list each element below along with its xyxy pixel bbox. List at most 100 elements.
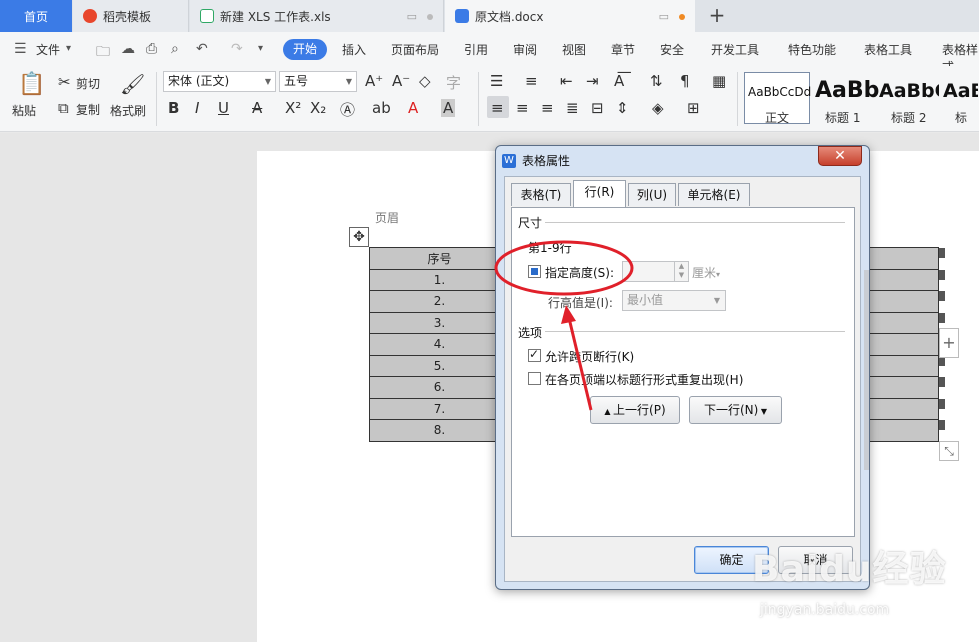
tab-docer-templates[interactable]: 稻壳模板	[73, 0, 189, 32]
menu-devtools[interactable]: 开发工具	[711, 41, 759, 58]
table-cell[interactable]: 4.	[369, 333, 510, 356]
sort-icon[interactable]: ⇅	[650, 72, 663, 90]
decrease-indent-icon[interactable]: ⇤	[560, 72, 573, 90]
table-cell[interactable]: 8.	[369, 419, 510, 442]
shading-icon[interactable]: ◈	[652, 99, 664, 117]
italic-icon[interactable]: I	[195, 99, 199, 117]
table-move-handle-icon[interactable]: ✥	[349, 227, 369, 247]
table-header-cell[interactable]: 序号	[369, 247, 510, 270]
format-painter-icon[interactable]: 🖌	[120, 72, 145, 96]
numbering-icon[interactable]: ≡	[525, 72, 538, 90]
close-icon[interactable]: ✕	[818, 146, 862, 166]
tab-xls-sheet[interactable]: 新建 XLS 工作表.xls ▭	[190, 0, 444, 32]
increase-indent-icon[interactable]: ⇥	[586, 72, 599, 90]
underline-icon[interactable]: U	[218, 99, 229, 117]
grow-font-icon[interactable]: A⁺	[365, 72, 383, 90]
repeat-header-checkbox[interactable]	[528, 372, 541, 385]
bold-icon[interactable]: B	[168, 99, 179, 117]
align-right-icon[interactable]: ≡	[541, 99, 554, 117]
align-left-icon[interactable]: ≡	[491, 99, 504, 117]
font-color-icon[interactable]: A	[408, 99, 418, 117]
copy-icon[interactable]: ⧉	[58, 99, 69, 117]
table-resize-icon[interactable]: ⤡	[939, 441, 959, 461]
menu-layout[interactable]: 页面布局	[391, 41, 439, 58]
table-cell[interactable]: 7.	[369, 397, 510, 420]
menu-chapter[interactable]: 章节	[611, 41, 635, 58]
preview-icon[interactable]: ⌕	[171, 41, 179, 57]
bullets-icon[interactable]: ☰	[490, 72, 503, 90]
style-heading-2[interactable]: AaBbC 标题 2	[876, 72, 940, 124]
chevron-down-icon[interactable]: ▾	[66, 43, 71, 54]
menu-start[interactable]: 开始	[283, 39, 327, 60]
scissors-icon[interactable]: ✂	[58, 73, 71, 91]
table-grid-icon[interactable]: ▦	[712, 72, 726, 90]
phonetic-icon[interactable]: 字	[446, 72, 461, 93]
show-marks-icon[interactable]: ¶	[680, 72, 690, 90]
height-spinner-icon[interactable]: ▲ ▼	[674, 262, 688, 281]
char-shading-icon[interactable]: A	[441, 99, 456, 117]
menu-table-tools[interactable]: 表格工具	[864, 41, 912, 58]
add-column-plus-icon[interactable]: +	[939, 328, 959, 358]
table-cell[interactable]: 1.	[369, 268, 510, 291]
hamburger-icon[interactable]: ☰	[14, 41, 27, 57]
new-tab-button[interactable]: +	[706, 4, 728, 26]
shrink-font-icon[interactable]: A⁻	[392, 72, 410, 90]
tab-table[interactable]: 表格(T)	[511, 183, 571, 206]
copy-button[interactable]: 复制	[76, 101, 100, 118]
tab-home[interactable]: 首页	[0, 0, 72, 32]
monitor-icon[interactable]: ▭	[659, 10, 669, 23]
divider	[478, 72, 479, 126]
style-title[interactable]: AaBl 标题	[942, 72, 979, 124]
undo-icon[interactable]: ↶	[196, 41, 208, 57]
row-height-mode-select[interactable]: 最小值 ▼	[622, 290, 726, 311]
cut-button[interactable]: 剪切	[76, 75, 100, 92]
open-folder-icon[interactable]: 🗀	[96, 41, 110, 65]
table-cell[interactable]: 3.	[369, 311, 510, 334]
table-cell[interactable]: 2.	[369, 290, 510, 313]
paste-icon[interactable]: 📋	[18, 72, 45, 97]
font-size-select[interactable]: 五号 ▼	[279, 71, 357, 92]
table-cell[interactable]: 6.	[369, 376, 510, 399]
menu-review[interactable]: 审阅	[513, 41, 537, 58]
strikethrough-icon[interactable]: A	[252, 99, 262, 117]
subscript-icon[interactable]: X₂	[310, 99, 326, 117]
line-spacing-icon[interactable]: ⇕	[616, 99, 629, 117]
tab-docx[interactable]: 原文档.docx ▭	[445, 0, 695, 32]
font-name-select[interactable]: 宋体 (正文) ▼	[163, 71, 276, 92]
clear-format-icon[interactable]: ◇	[419, 72, 431, 90]
style-heading-1[interactable]: AaBb 标题 1	[812, 72, 879, 125]
arrow-up-icon: ▲	[604, 407, 614, 416]
text-effect-icon[interactable]: Ⓐ	[340, 99, 355, 120]
align-center-icon[interactable]: ≡	[516, 99, 529, 117]
specify-height-checkbox[interactable]	[528, 265, 541, 278]
tab-column[interactable]: 列(U)	[628, 183, 676, 206]
tab-row[interactable]: 行(R)	[573, 180, 626, 207]
chinese-layout-icon[interactable]: A͞	[614, 72, 624, 90]
allow-break-checkbox[interactable]	[528, 347, 541, 362]
borders-icon[interactable]: ⊞	[687, 99, 700, 117]
superscript-icon[interactable]: X²	[285, 99, 301, 117]
cloud-icon[interactable]: ☁	[121, 41, 135, 57]
more-icon[interactable]: ▾	[258, 43, 263, 54]
prev-row-button[interactable]: ▲ 上一行(P)	[590, 396, 680, 424]
distribute-icon[interactable]: ⊟	[591, 99, 604, 117]
menu-features[interactable]: 特色功能	[788, 41, 836, 58]
menu-view[interactable]: 视图	[562, 41, 586, 58]
menu-insert[interactable]: 插入	[342, 41, 366, 58]
menu-security[interactable]: 安全	[660, 41, 684, 58]
paste-button[interactable]: 粘贴	[12, 102, 36, 119]
tab-cell[interactable]: 单元格(E)	[678, 183, 750, 206]
format-painter-button[interactable]: 格式刷	[110, 102, 146, 119]
print-icon[interactable]: ⎙	[146, 41, 157, 57]
unit-select[interactable]: 厘米▾	[692, 264, 720, 281]
menu-reference[interactable]: 引用	[464, 41, 488, 58]
style-normal[interactable]: AaBbCcDd 正文	[744, 72, 811, 125]
next-row-button[interactable]: 下一行(N) ▼	[689, 396, 782, 424]
monitor-icon[interactable]: ▭	[407, 10, 417, 23]
menu-file[interactable]: 文件	[36, 41, 60, 58]
table-cell[interactable]: 5.	[369, 354, 510, 377]
justify-icon[interactable]: ≣	[566, 99, 579, 117]
redo-icon[interactable]: ↷	[231, 41, 243, 57]
highlight-icon[interactable]: ab	[372, 99, 391, 117]
dialog-scrollbar[interactable]	[864, 270, 869, 470]
